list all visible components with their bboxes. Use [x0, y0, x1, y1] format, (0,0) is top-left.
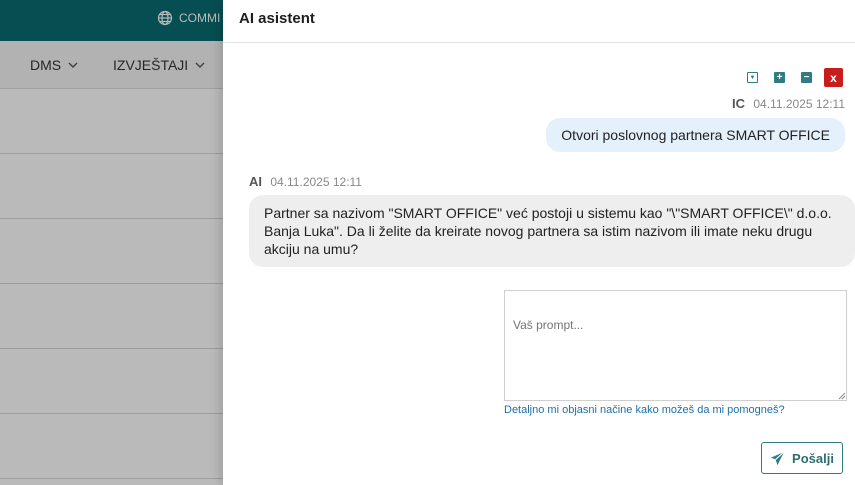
message-time: 04.11.2025 12:11 [753, 97, 845, 111]
prompt-suggestion-link[interactable]: Detaljno mi objasni načine kako možeš da… [504, 404, 785, 416]
message-time: 04.11.2025 12:11 [270, 175, 362, 189]
user-message-meta: IC 04.11.2025 12:11 [732, 96, 845, 111]
panel-title: AI asistent [239, 10, 315, 27]
message-sender: AI [249, 174, 262, 189]
user-message-bubble: Otvori poslovnog partnera SMART OFFICE [546, 118, 845, 152]
panel-header: AI asistent [223, 0, 855, 43]
close-button[interactable]: x [824, 68, 843, 87]
minus-icon: − [801, 72, 812, 83]
panel-controls: ▼ + − x [743, 68, 843, 87]
message-sender: IC [732, 96, 746, 111]
minimize-button[interactable]: − [797, 68, 816, 87]
ai-message-bubble: Partner sa nazivom "SMART OFFICE" već po… [249, 195, 855, 267]
ai-assistant-panel: AI asistent ▼ + − x IC 04.11.2025 12:11 … [223, 0, 855, 485]
resize-grip-icon[interactable] [838, 392, 846, 400]
ai-message-meta: AI 04.11.2025 12:11 [249, 174, 362, 189]
paper-plane-icon [770, 451, 785, 465]
send-button-label: Pošalji [792, 450, 834, 466]
download-icon: ▼ [747, 72, 758, 83]
expand-button[interactable]: + [770, 68, 789, 87]
plus-icon: + [774, 72, 785, 83]
prompt-input[interactable] [504, 290, 847, 401]
close-icon: x [830, 70, 837, 85]
send-button[interactable]: Pošalji [761, 442, 843, 474]
download-button[interactable]: ▼ [743, 68, 762, 87]
